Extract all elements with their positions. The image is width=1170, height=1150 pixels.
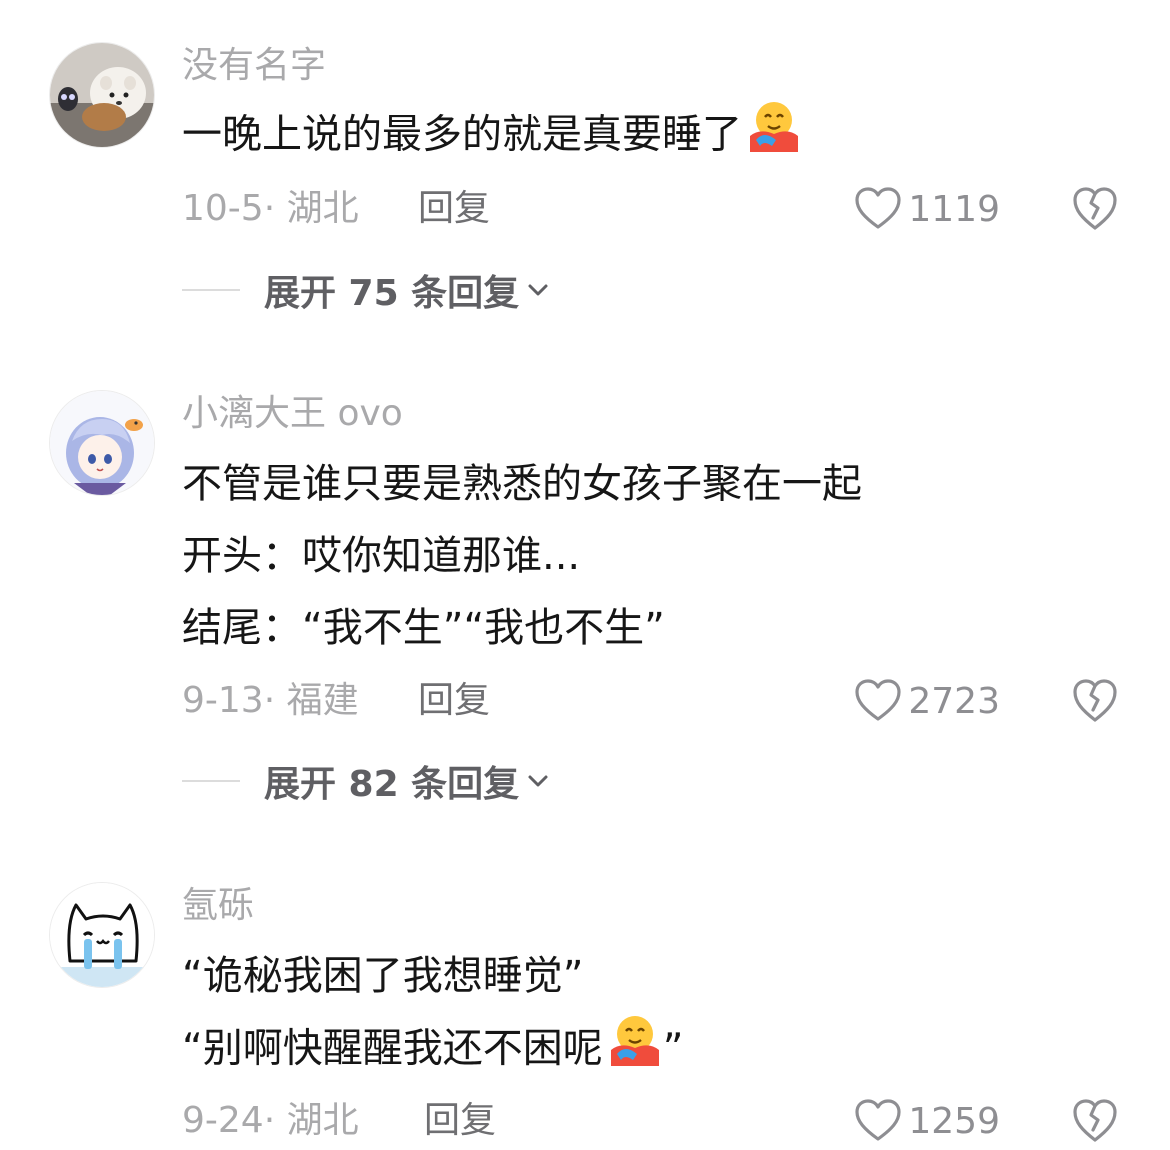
heart-outline-icon (855, 187, 901, 229)
divider (182, 289, 240, 291)
comment-text-line: 一晚上说的最多的就是真要睡了 (182, 111, 742, 158)
expand-replies-label: 展开 82 条回复 (264, 764, 520, 805)
dislike-button[interactable] (1072, 678, 1118, 724)
reply-button[interactable]: 回复 (418, 187, 490, 231)
comment-meta: 9-13· 福建 (182, 680, 359, 721)
comment-text: “别啊快醒醒我还不困呢 ” (182, 1016, 684, 1079)
like-count: 1259 (908, 1100, 1000, 1142)
expand-replies-label: 展开 75 条回复 (264, 273, 520, 314)
reply-button[interactable]: 回复 (418, 679, 490, 723)
broken-heart-icon (1073, 187, 1117, 230)
comment-text-line: 不管是谁只要是熟悉的女孩子聚在一起 (182, 461, 862, 507)
avatar[interactable] (49, 42, 155, 148)
comment-text: 一晚上说的最多的就是真要睡了 (182, 102, 802, 165)
broken-heart-icon (1073, 1099, 1117, 1142)
like-button[interactable]: 1119 (854, 187, 1000, 231)
dislike-button[interactable] (1072, 1098, 1118, 1144)
crying-cat-avatar-icon (50, 883, 154, 987)
divider (182, 780, 240, 782)
like-count: 2723 (908, 680, 1000, 722)
comment-username[interactable]: 没有名字 (182, 44, 326, 88)
hugging-face-emoji-icon (746, 100, 802, 165)
hugging-face-emoji-icon (607, 1014, 663, 1079)
comment-text-quote: ” (662, 1025, 684, 1072)
dog-plush-photo-icon (50, 43, 154, 147)
comment-meta: 10-5· 湖北 (182, 188, 359, 229)
like-count: 1119 (908, 188, 1000, 230)
reply-button[interactable]: 回复 (424, 1099, 496, 1143)
comment-username[interactable]: 小漓大王 ovo (182, 392, 403, 436)
avatar[interactable] (49, 390, 155, 496)
chevron-down-icon (528, 775, 548, 787)
like-button[interactable]: 2723 (854, 679, 1000, 723)
expand-replies-button[interactable]: 展开 82 条回复 (182, 759, 549, 805)
comment-text-line: 结尾：“我不生”“我也不生” (182, 605, 665, 651)
comment-text-line: 开头：哎你知道那谁... (182, 533, 581, 579)
comment-meta: 9-24· 湖北 (182, 1100, 359, 1141)
broken-heart-icon (1073, 679, 1117, 722)
expand-replies-button[interactable]: 展开 75 条回复 (182, 268, 549, 314)
chevron-down-icon (528, 284, 548, 296)
avatar[interactable] (49, 882, 155, 988)
comment-text-line: “诡秘我困了我想睡觉” (182, 953, 584, 999)
comment-username[interactable]: 氬砾 (182, 884, 254, 928)
heart-outline-icon (855, 1099, 901, 1141)
anime-girl-avatar-icon (50, 391, 154, 495)
comment-text-line: “别啊快醒醒我还不困呢 (182, 1025, 603, 1072)
heart-outline-icon (855, 679, 901, 721)
dislike-button[interactable] (1072, 186, 1118, 232)
like-button[interactable]: 1259 (854, 1099, 1000, 1143)
